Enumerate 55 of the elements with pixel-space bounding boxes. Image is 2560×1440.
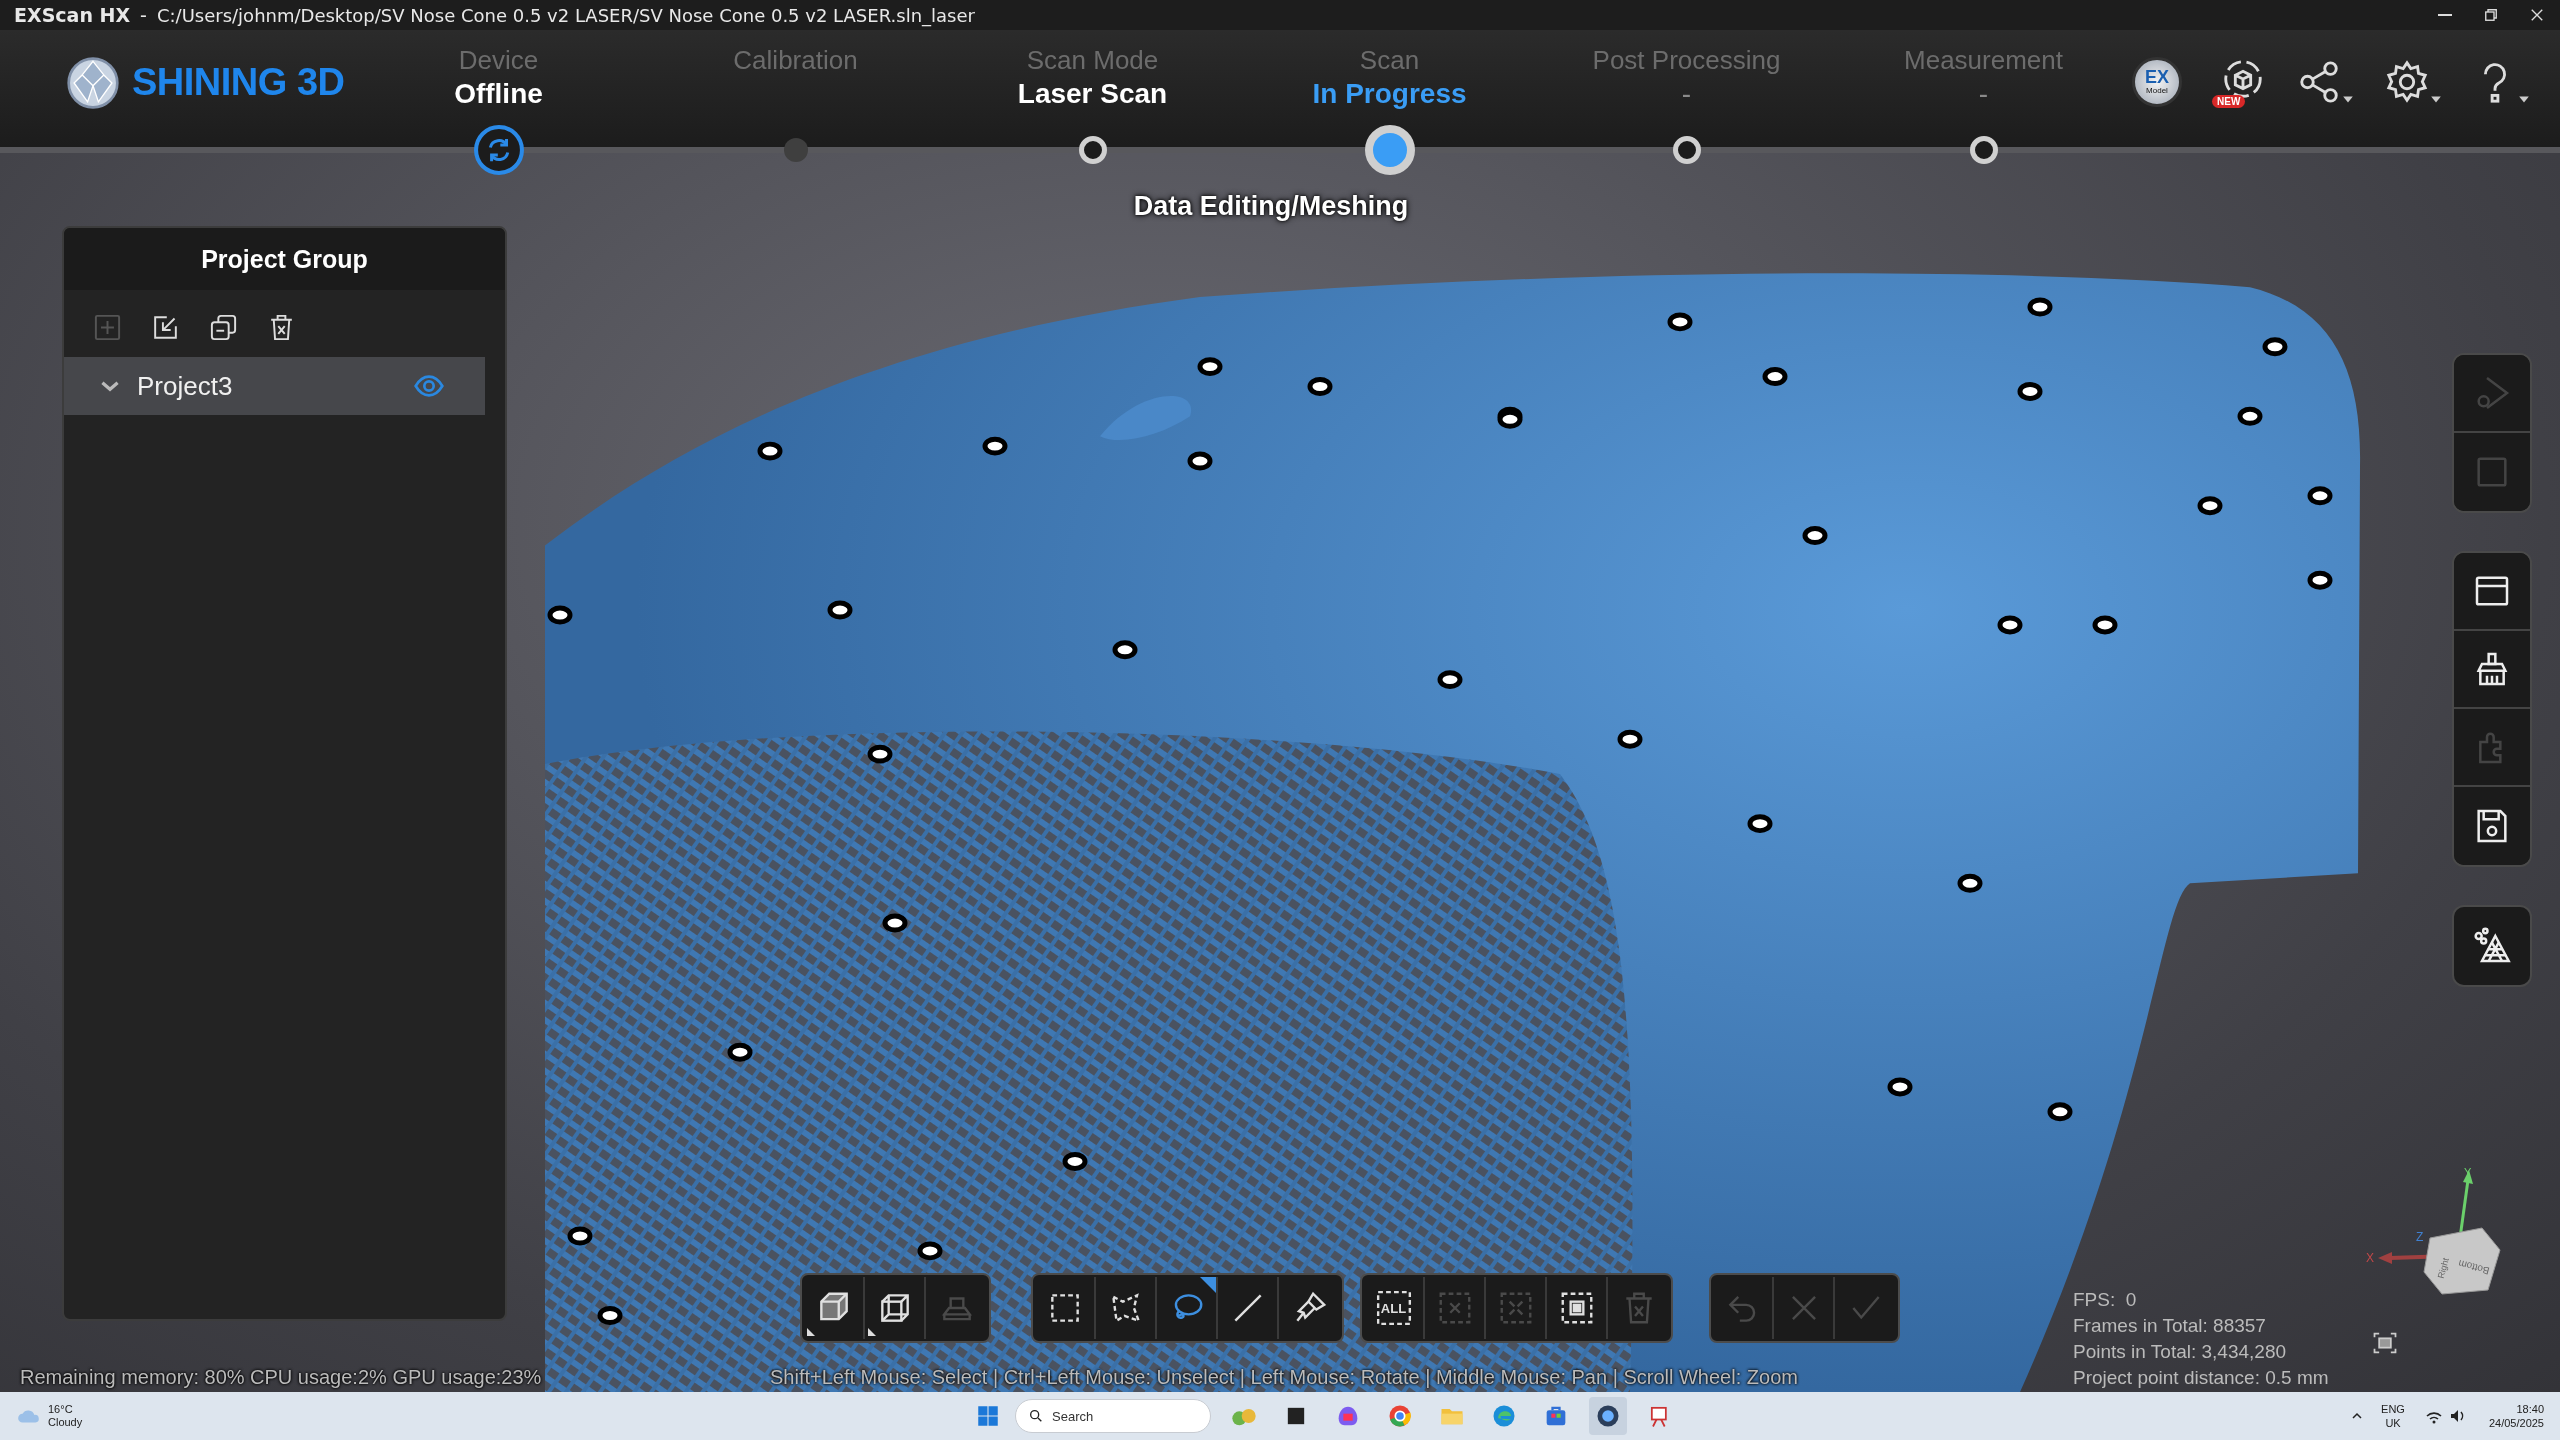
step-dot[interactable]: [1969, 136, 1998, 164]
step-value: Offline: [454, 77, 543, 111]
sphere-logo-icon: [66, 55, 120, 110]
new-device-button[interactable]: NEW: [2212, 55, 2266, 108]
step-label: Device: [458, 44, 539, 76]
sync-step-icon[interactable]: [471, 123, 526, 177]
input-region[interactable]: UK: [2385, 1416, 2401, 1430]
box-button[interactable]: [804, 1277, 865, 1339]
window-button[interactable]: [2454, 553, 2530, 631]
project-row[interactable]: Project3: [64, 357, 485, 415]
brand-logo-text: SHINING 3D: [132, 61, 345, 104]
step-dot[interactable]: [1672, 136, 1701, 164]
step-value: -: [1978, 77, 1989, 111]
step-label: Calibration: [733, 44, 858, 76]
file-path: C:/Users/johnm/Desktop/SV Nose Cone 0.5 v2 LASER/SV Nose Cone 0.5 v2 LASER.sln_laser: [156, 4, 975, 26]
resource-usage: Remaining memory: 80% CPU usage:2% GPU usage:23%: [20, 1366, 542, 1389]
restore-icon: [2482, 6, 2500, 24]
panel-title: Project Group: [64, 228, 505, 290]
dashed-frame-icon: [1374, 1289, 1413, 1327]
weather-condition: Cloudy: [48, 1416, 83, 1429]
new-badge: NEW: [2212, 94, 2246, 108]
clock-date[interactable]: 24/05/2025: [2488, 1416, 2544, 1430]
menu-corner-icon: [807, 1328, 815, 1336]
search-icon: [1028, 1408, 1044, 1424]
step-value: In Progress: [1312, 77, 1467, 111]
step-value: -: [1681, 77, 1692, 111]
title-separator: -: [140, 4, 147, 26]
stat-line: Project point distance: 0.5 mm: [2073, 1366, 2329, 1390]
taskbar-search-field[interactable]: Search: [1015, 1399, 1211, 1433]
step-label: Post Processing: [1592, 44, 1781, 76]
stage-label: Data Editing/Meshing: [1133, 191, 1409, 222]
settings-button[interactable]: [2384, 58, 2442, 105]
step-label: Scan Mode: [1026, 44, 1159, 76]
stat-line: Frames in Total: 88357: [2073, 1314, 2267, 1338]
cube-wire-button[interactable]: [865, 1277, 926, 1339]
current-step-dot[interactable]: [1364, 125, 1415, 175]
project-name: Project3: [137, 370, 233, 402]
step-dot[interactable]: [783, 138, 808, 162]
menu-corner-icon: [868, 1328, 876, 1336]
settings-icon: [2384, 58, 2430, 105]
clock-time[interactable]: 18:40: [2516, 1402, 2544, 1416]
minimize-icon: [2436, 14, 2454, 16]
stat-line: FPS: 0: [2073, 1288, 2138, 1312]
ex-model-button[interactable]: EX Model: [2132, 56, 2182, 107]
step-label: Measurement: [1904, 44, 2063, 76]
input-language[interactable]: ENG: [2381, 1402, 2405, 1416]
app-name: EXScan HX: [14, 4, 131, 26]
stat-line: Points in Total: 3,434,280: [2073, 1340, 2288, 1364]
step-label: Scan: [1359, 44, 1420, 76]
temperature: 16°C: [48, 1403, 74, 1416]
start-icon[interactable]: [975, 1403, 1001, 1429]
merge-icon[interactable]: [208, 312, 239, 343]
step-dot[interactable]: [1078, 136, 1107, 164]
step-value: Laser Scan: [1017, 77, 1168, 111]
exscan-app-icon[interactable]: [1589, 1397, 1627, 1435]
